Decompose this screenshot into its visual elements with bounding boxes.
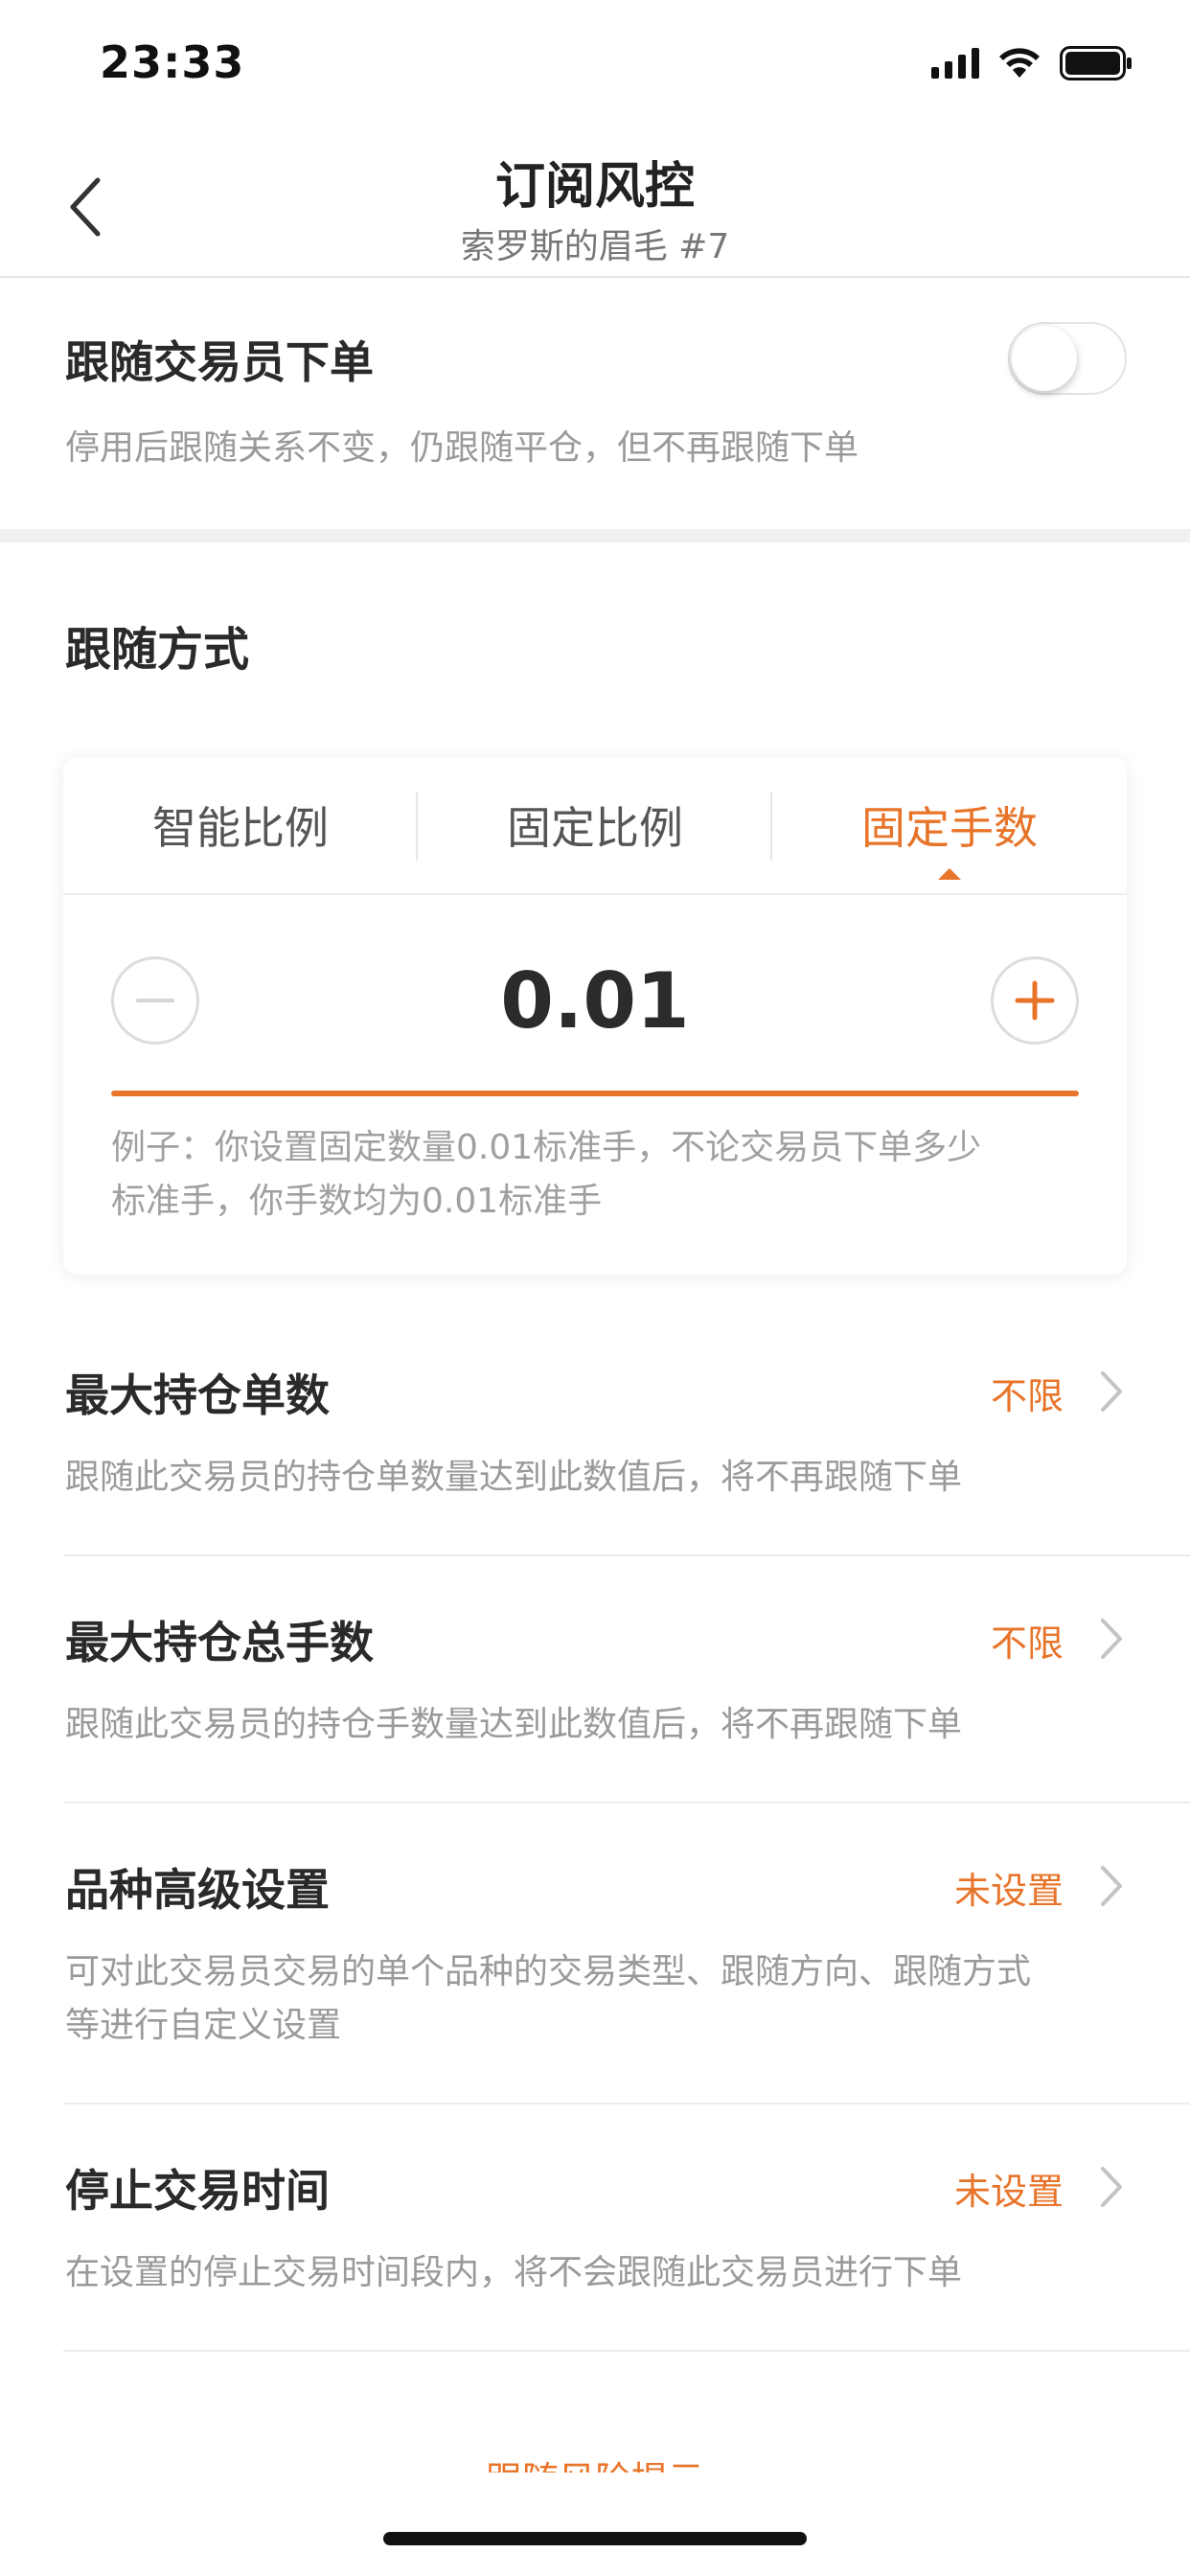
row-title: 品种高级设置 (65, 1864, 330, 1916)
status-icons (931, 46, 1133, 80)
toggle-knob (1012, 326, 1077, 391)
battery-icon (1060, 46, 1133, 80)
row-title: 停止交易时间 (65, 2165, 330, 2217)
row-value: 未设置 (953, 1870, 1064, 1912)
row-divider (63, 1554, 1190, 1556)
row-description-line: 可对此交易员交易的单个品种的交易类型、跟随方向、跟随方式 (65, 1952, 1032, 1991)
row-divider (63, 2350, 1190, 2352)
row-value: 不限 (990, 1622, 1064, 1665)
row-value: 不限 (990, 1375, 1064, 1417)
page-subtitle: 索罗斯的眉毛 #7 (460, 227, 730, 266)
chevron-right-icon (1092, 1363, 1131, 1420)
example-text: 例子：你设置固定数量0.01标准手，不论交易员下单多少 标准手，你手数均为0.0… (111, 1121, 1088, 1229)
row-description: 可对此交易员交易的单个品种的交易类型、跟随方向、跟随方式 等进行自定义设置 (65, 1945, 1031, 2053)
wifi-icon (998, 47, 1041, 80)
page-title: 订阅风控 (494, 158, 695, 216)
row-description: 在设置的停止交易时间段内，将不会跟随此交易员进行下单 (65, 2253, 963, 2292)
section-divider (0, 529, 1190, 542)
chevron-right-icon (1092, 2158, 1131, 2216)
tab-label: 固定比例 (507, 802, 683, 854)
active-tab-indicator (938, 868, 961, 880)
follow-order-title: 跟随交易员下单 (65, 336, 374, 388)
home-indicator (383, 2532, 807, 2545)
row-description: 跟随此交易员的持仓单数量达到此数值后，将不再跟随下单 (65, 1458, 963, 1497)
tab-label: 智能比例 (152, 802, 329, 854)
tab-fixed-lots[interactable]: 固定手数 (772, 757, 1127, 893)
status-bar: 23:33 (0, 0, 1190, 125)
follow-mode-title: 跟随方式 (65, 623, 250, 677)
follow-order-section: 跟随交易员下单 停用后跟随关系不变，仍跟随平仓，但不再跟随下单 (0, 280, 1190, 527)
tab-smart-ratio[interactable]: 智能比例 (63, 757, 418, 893)
row-value: 未设置 (953, 2171, 1064, 2213)
follow-mode-card: 智能比例 固定比例 固定手数 0.01 例子：你设置固定数量0.01标准手，不论… (63, 757, 1127, 1275)
increase-button[interactable] (991, 956, 1079, 1045)
row-description-line: 等进行自定义设置 (65, 2006, 342, 2045)
row-title: 最大持仓单数 (65, 1369, 330, 1421)
chevron-right-icon (1092, 1857, 1131, 1915)
follow-order-description: 停用后跟随关系不变，仍跟随平仓，但不再跟随下单 (65, 428, 859, 468)
example-line: 标准手，你手数均为0.01标准手 (111, 1182, 603, 1221)
lot-quantity-input[interactable]: 0.01 (236, 949, 954, 1054)
row-title: 最大持仓总手数 (65, 1617, 374, 1668)
risk-notice-link[interactable]: 跟随风险提示 (0, 2451, 1190, 2472)
row-divider (63, 1802, 1190, 1804)
tab-label: 固定手数 (861, 802, 1038, 854)
example-line: 例子：你设置固定数量0.01标准手，不论交易员下单多少 (111, 1128, 982, 1167)
follow-mode-tabs: 智能比例 固定比例 固定手数 (63, 757, 1127, 895)
signal-icon (931, 48, 979, 79)
screen: 23:33 订阅风控 索罗斯的眉毛 #7 跟随交易员下单 停用后跟随关系不变，仍… (0, 0, 1190, 2576)
follow-order-toggle[interactable] (1008, 322, 1127, 395)
minus-icon (136, 999, 174, 1002)
row-description: 跟随此交易员的持仓手数量达到此数值后，将不再跟随下单 (65, 1705, 963, 1744)
decrease-button[interactable] (111, 956, 199, 1045)
nav-bar: 订阅风控 索罗斯的眉毛 #7 (0, 125, 1190, 278)
input-underline (111, 1091, 1079, 1096)
status-time: 23:33 (100, 36, 245, 88)
chevron-right-icon (1092, 1610, 1131, 1668)
row-divider (63, 2103, 1190, 2104)
plus-icon (1015, 980, 1055, 1021)
tab-fixed-ratio[interactable]: 固定比例 (418, 757, 772, 893)
